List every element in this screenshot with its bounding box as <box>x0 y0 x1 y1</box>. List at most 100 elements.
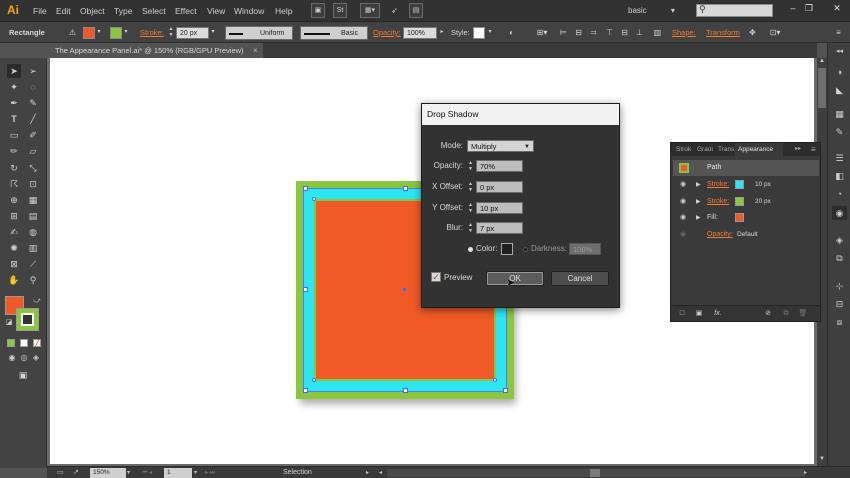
gpu-rocket-icon[interactable]: ➶ <box>388 4 401 17</box>
chevron-down-icon[interactable]: ▾ <box>209 26 217 39</box>
perspective-grid-tool-icon[interactable]: ▦ <box>26 193 40 207</box>
menu-object[interactable]: Object <box>80 4 105 18</box>
corner-widget[interactable] <box>312 378 316 382</box>
column-graph-tool-icon[interactable]: ▥ <box>26 241 40 255</box>
y-offset-stepper-icon[interactable]: ▲ ▼ <box>467 202 474 214</box>
opacity-link[interactable]: Opacity: <box>373 27 401 38</box>
appearance-row-fill[interactable]: ◉ ▶ Fill: <box>673 210 819 226</box>
artboard-number-field[interactable]: 1 <box>164 468 192 478</box>
free-transform-tool-icon[interactable]: ⊡ <box>26 177 40 191</box>
x-offset-stepper-icon[interactable]: ▲ ▼ <box>467 181 474 193</box>
transform-panel-icon[interactable]: ⊹ <box>832 279 847 293</box>
expand-triangle-icon[interactable]: ▶ <box>696 179 701 191</box>
anchor-top-left[interactable] <box>303 186 308 191</box>
arrange-icon[interactable]: ▤ <box>409 3 423 18</box>
status-mode[interactable]: Selection <box>283 467 312 478</box>
stroke-swatch[interactable] <box>16 308 39 331</box>
swap-fill-stroke-icon[interactable]: ⤻ <box>30 294 44 308</box>
screen-mode-icon[interactable]: ▣ <box>16 368 30 382</box>
align-to-icon[interactable]: ⊞▾ <box>533 26 551 39</box>
stock-icon[interactable]: St <box>333 3 347 18</box>
scale-tool-icon[interactable]: ⤡ <box>26 161 40 175</box>
rotate-tool-icon[interactable]: ↻ <box>7 161 21 175</box>
expand-triangle-icon[interactable]: ▶ <box>696 196 701 208</box>
pathfinder-panel-icon[interactable]: ⧈ <box>832 315 847 329</box>
brush-definition-dropdown[interactable]: Basic <box>300 26 368 40</box>
distribute-icon[interactable]: ▥ <box>651 26 664 39</box>
warp-tool-icon[interactable]: ☈ <box>7 177 21 191</box>
color-panel-icon[interactable]: ◑ <box>832 65 847 79</box>
zoom-field[interactable]: 150% <box>90 468 126 478</box>
fill-color-swatch[interactable] <box>83 27 95 39</box>
appearance-row-stroke-1[interactable]: ◉ ▶ Stroke: 10 px <box>673 177 819 193</box>
eyedropper-tool-icon[interactable]: ✍ <box>7 225 21 239</box>
stroke-panel-icon[interactable]: ☰ <box>832 151 847 165</box>
stroke-weight-field[interactable]: 20 px <box>176 27 209 39</box>
artboard-tool-icon[interactable]: ⊠ <box>7 257 21 271</box>
hand-tool-icon[interactable]: ✋ <box>7 273 21 287</box>
stroke-link[interactable]: Stroke: <box>707 179 729 191</box>
blur-input[interactable]: 7 px <box>476 222 523 234</box>
appearance-panel-icon[interactable]: ◉ <box>832 206 847 220</box>
default-colors-icon[interactable]: ◪ <box>2 316 16 330</box>
horizontal-scrollbar[interactable] <box>387 469 805 477</box>
chevron-down-icon[interactable]: ▾ <box>122 26 130 39</box>
color-mode-icon[interactable] <box>7 339 15 347</box>
document-tab[interactable]: The Appearance Panel.ai* @ 150% (RGB/GPU… <box>47 43 263 58</box>
workspace-switcher[interactable]: basic ▾ <box>628 4 690 17</box>
darkness-input[interactable]: 100% <box>569 243 601 255</box>
chevron-down-icon[interactable]: ▾ <box>95 26 103 39</box>
menu-select[interactable]: Select <box>142 4 166 18</box>
cancel-button[interactable]: Cancel <box>551 271 609 286</box>
none-mode-icon[interactable]: ╱ <box>33 339 41 348</box>
export-icon[interactable]: ↗ <box>73 467 79 478</box>
zoom-tool-icon[interactable]: ⚲ <box>26 273 40 287</box>
scrollbar-thumb[interactable] <box>818 68 826 108</box>
corner-widget[interactable] <box>312 197 316 201</box>
stroke-link[interactable]: Stroke: <box>140 27 164 38</box>
visibility-eye-icon[interactable]: ◉ <box>680 179 686 191</box>
clear-appearance-icon[interactable]: ⊘ <box>763 309 773 319</box>
align-middle-icon[interactable]: ⊟ <box>618 26 631 39</box>
appearance-row-opacity[interactable]: ◉ Opacity: Default <box>673 227 819 243</box>
align-right-icon[interactable]: ⫤ <box>587 26 600 39</box>
tab-appearance[interactable]: Appearance <box>735 143 783 156</box>
menu-edit[interactable]: Edit <box>56 4 71 18</box>
add-effect-icon[interactable]: fx. <box>711 309 725 319</box>
anchor-middle-left[interactable] <box>303 287 308 292</box>
delete-item-icon[interactable]: 🗑 <box>798 309 808 319</box>
first-artboard-icon[interactable]: ⏮ ◂ <box>142 467 152 478</box>
stroke-swatch[interactable] <box>735 197 744 206</box>
preview-label[interactable]: Preview <box>444 272 472 283</box>
stroke-weight[interactable]: 20 px <box>755 196 771 208</box>
menu-type[interactable]: Type <box>114 4 132 18</box>
stroke-link[interactable]: Stroke: <box>707 196 729 208</box>
minimize-button[interactable]: – <box>786 2 800 14</box>
tab-stroke[interactable]: Strok <box>673 143 691 156</box>
bridge-icon[interactable]: ▣ <box>311 3 325 18</box>
type-tool-icon[interactable]: T <box>7 112 21 126</box>
curvature-tool-icon[interactable]: ✎ <box>26 96 40 110</box>
shape-link[interactable]: Shape: <box>672 27 696 38</box>
variable-width-profile-dropdown[interactable]: Uniform <box>225 26 293 40</box>
opacity-stepper-icon[interactable]: ▲ ▼ <box>467 160 474 172</box>
chevron-down-icon[interactable]: ▾ <box>486 26 494 39</box>
swatches-panel-icon[interactable]: ▦ <box>832 107 847 121</box>
scroll-right-icon[interactable]: ▸ <box>804 467 807 478</box>
anchor-bottom-right[interactable] <box>503 388 508 393</box>
selection-tool-icon[interactable]: ➤ <box>7 64 21 78</box>
layers-panel-icon[interactable]: ◈ <box>832 233 847 247</box>
select-similar-icon[interactable]: ⊡▾ <box>766 26 784 39</box>
artboards-panel-icon[interactable]: ⧉ <box>832 251 847 265</box>
gradient-mode-icon[interactable] <box>20 339 28 347</box>
blend-mode-dropdown[interactable]: Multiply ▼ <box>467 140 534 152</box>
eraser-tool-icon[interactable]: ▱ <box>26 144 40 158</box>
align-panel-icon[interactable]: ⊟ <box>832 297 847 311</box>
gradient-tool-icon[interactable]: ▤ <box>26 209 40 223</box>
graphic-style-swatch[interactable] <box>473 27 485 39</box>
opacity-field[interactable]: 100% <box>403 27 437 39</box>
close-button[interactable]: ✕ <box>830 2 844 14</box>
add-fill-icon[interactable]: ▣ <box>694 309 704 319</box>
mesh-tool-icon[interactable]: ⊞ <box>7 209 21 223</box>
chevron-right-icon[interactable]: ▸ <box>438 26 446 39</box>
